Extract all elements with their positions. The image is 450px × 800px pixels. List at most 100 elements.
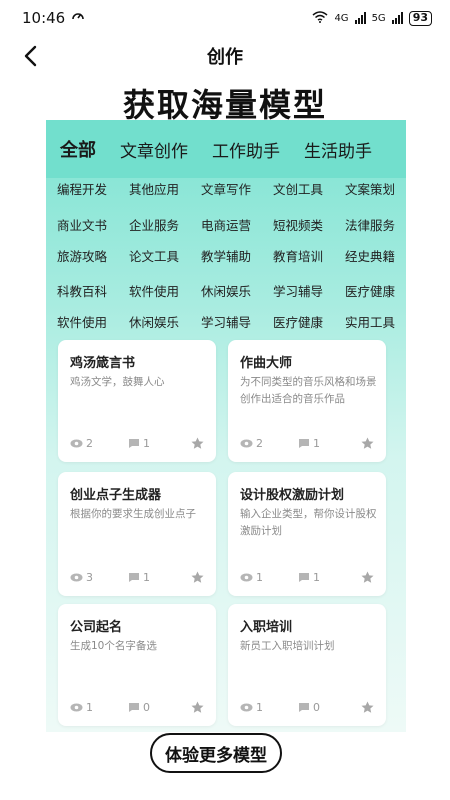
eye-icon [70, 703, 83, 711]
comment-icon [129, 438, 139, 448]
view-count: 3 [86, 570, 93, 584]
tag-item[interactable]: 学习辅导 [273, 281, 323, 300]
comment-count: 0 [313, 700, 320, 714]
tab-all[interactable]: 全部 [60, 136, 96, 162]
tag-item[interactable]: 其他应用 [129, 179, 179, 198]
status-bar: 10:46 4G 5G 93 [0, 0, 450, 36]
tag-item[interactable]: 企业服务 [129, 215, 179, 234]
card-meta: 1 1 [240, 570, 374, 584]
star-icon[interactable] [191, 437, 204, 450]
tag-item[interactable]: 编程开发 [57, 179, 107, 198]
star-icon[interactable] [361, 701, 374, 714]
view-count: 2 [86, 436, 93, 450]
tag-item[interactable]: 软件使用 [129, 281, 179, 300]
comment-count: 1 [313, 570, 320, 584]
card-title: 入职培训 [240, 620, 293, 635]
network-4g-label: 4G [334, 12, 349, 24]
tag-item[interactable]: 学习辅导 [201, 312, 251, 331]
speed-icon [71, 9, 85, 27]
wifi-icon [312, 10, 328, 26]
model-card[interactable]: 创业点子生成器 根据你的要求生成创业点子 3 1 [58, 472, 216, 596]
tab-work-assistant[interactable]: 工作助手 [212, 137, 280, 162]
tag-item[interactable]: 旅游攻略 [57, 246, 107, 265]
eye-icon [240, 703, 253, 711]
comment-count: 1 [143, 570, 150, 584]
comment-count: 0 [143, 700, 150, 714]
tag-row: 旅游攻略 论文工具 教学辅助 教育培训 经史典籍 [46, 240, 406, 270]
model-card[interactable]: 作曲大师 为不同类型的音乐风格和场景创作出适合的音乐作品 2 1 [228, 340, 386, 462]
tag-row: 商业文书 企业服务 电商运营 短视频类 法律服务 [46, 209, 406, 239]
tag-item[interactable]: 法律服务 [345, 215, 395, 234]
star-icon[interactable] [361, 571, 374, 584]
page-title: 创作 [207, 47, 243, 68]
star-icon[interactable] [191, 571, 204, 584]
tag-item[interactable]: 实用工具 [345, 312, 395, 331]
comment-icon [299, 702, 309, 712]
comment-icon [299, 572, 309, 582]
tag-item[interactable]: 文创工具 [273, 179, 323, 198]
tag-item[interactable]: 科教百科 [57, 281, 107, 300]
card-title: 鸡汤箴言书 [70, 356, 136, 371]
view-count: 1 [256, 700, 263, 714]
chevron-left-icon [24, 45, 37, 67]
eye-icon [240, 573, 253, 581]
tag-row: 编程开发 其他应用 文章写作 文创工具 文案策划 [46, 173, 406, 203]
signal-icon [391, 12, 403, 24]
card-title: 公司起名 [70, 620, 123, 635]
network-5g-label: 5G [371, 12, 386, 24]
tag-item[interactable]: 休闲娱乐 [201, 281, 251, 300]
tag-item[interactable]: 教育培训 [273, 246, 323, 265]
tag-item[interactable]: 商业文书 [57, 215, 107, 234]
model-panel: 全部 文章创作 工作助手 生活助手 编程开发 其他应用 文章写作 文创工具 文案… [46, 120, 406, 732]
back-button[interactable] [16, 42, 44, 70]
tag-item[interactable]: 医疗健康 [345, 281, 395, 300]
card-description: 鸡汤文学，鼓舞人心 [70, 376, 165, 388]
tag-item[interactable]: 软件使用 [57, 312, 107, 331]
card-meta: 1 0 [70, 700, 204, 714]
comment-icon [299, 438, 309, 448]
eye-icon [70, 573, 83, 581]
eye-icon [70, 439, 83, 447]
tag-item[interactable]: 教学辅助 [201, 246, 251, 265]
tag-row: 软件使用 休闲娱乐 学习辅导 医疗健康 实用工具 [46, 306, 406, 336]
more-models-button[interactable]: 体验更多模型 [150, 733, 282, 773]
tag-item[interactable]: 文章写作 [201, 179, 251, 198]
tab-life-assistant[interactable]: 生活助手 [304, 137, 372, 162]
model-card[interactable]: 设计股权激励计划 输入企业类型，帮你设计股权激励计划 1 1 [228, 472, 386, 596]
model-card[interactable]: 公司起名 生成10个名字备选 1 0 [58, 604, 216, 726]
nav-bar: 创作 [0, 36, 450, 76]
comment-icon [129, 572, 139, 582]
tag-item[interactable]: 电商运营 [201, 215, 251, 234]
card-description: 为不同类型的音乐风格和场景创作出适合的音乐作品 [240, 376, 377, 405]
card-meta: 2 1 [70, 436, 204, 450]
card-title: 创业点子生成器 [70, 488, 162, 503]
view-count: 2 [256, 436, 263, 450]
star-icon[interactable] [361, 437, 374, 450]
status-time: 10:46 [22, 9, 66, 27]
category-tabs: 全部 文章创作 工作助手 生活助手 [46, 120, 406, 178]
card-description: 根据你的要求生成创业点子 [70, 508, 196, 520]
card-meta: 2 1 [240, 436, 374, 450]
tag-item[interactable]: 休闲娱乐 [129, 312, 179, 331]
tab-article-creation[interactable]: 文章创作 [120, 137, 188, 162]
view-count: 1 [256, 570, 263, 584]
card-meta: 3 1 [70, 570, 204, 584]
battery-icon: 93 [408, 10, 432, 26]
card-description: 生成10个名字备选 [70, 640, 157, 652]
card-meta: 1 0 [240, 700, 374, 714]
comment-icon [129, 702, 139, 712]
tag-item[interactable]: 短视频类 [273, 215, 323, 234]
tag-item[interactable]: 经史典籍 [345, 246, 395, 265]
star-icon[interactable] [191, 701, 204, 714]
card-title: 设计股权激励计划 [240, 488, 345, 503]
card-title: 作曲大师 [240, 356, 293, 371]
tag-item[interactable]: 文案策划 [345, 179, 395, 198]
tag-item[interactable]: 论文工具 [129, 246, 179, 265]
card-description: 输入企业类型，帮你设计股权激励计划 [240, 508, 377, 537]
battery-level: 93 [412, 10, 428, 24]
model-card[interactable]: 入职培训 新员工入职培训计划 1 0 [228, 604, 386, 726]
tag-item[interactable]: 医疗健康 [273, 312, 323, 331]
comment-count: 1 [143, 436, 150, 450]
model-card[interactable]: 鸡汤箴言书 鸡汤文学，鼓舞人心 2 1 [58, 340, 216, 462]
comment-count: 1 [313, 436, 320, 450]
